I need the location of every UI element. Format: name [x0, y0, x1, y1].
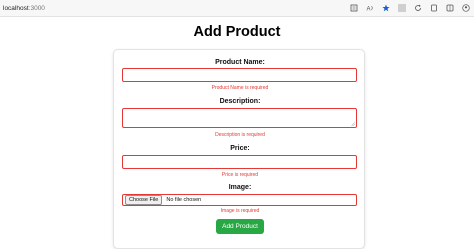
- toolbar-icons: A: [350, 2, 470, 14]
- price-error: Price is required: [221, 172, 259, 178]
- page-title: Add Product: [193, 24, 281, 40]
- resize-handle-icon[interactable]: [351, 122, 355, 126]
- image-file-input[interactable]: Choose File No file chosen: [122, 194, 357, 206]
- product-form: Product Name: Product Name is required D…: [113, 49, 365, 249]
- product-name-label: Product Name:: [215, 59, 265, 66]
- url-host: localhost: [3, 4, 29, 12]
- browser-toolbar: localhost:3000 A: [0, 0, 474, 17]
- description-error: Description is required: [215, 132, 265, 138]
- svg-text:A: A: [367, 7, 371, 13]
- file-input-row: Choose File No file chosen: [123, 195, 356, 205]
- reader-icon[interactable]: [350, 4, 358, 12]
- no-file-text: No file chosen: [166, 197, 202, 203]
- product-name-input[interactable]: [122, 68, 357, 82]
- image-label: Image:: [228, 184, 252, 191]
- toolbar-separator: [398, 4, 406, 12]
- url-port: :3000: [28, 4, 45, 12]
- collections-icon[interactable]: [446, 4, 454, 12]
- favorite-star-icon[interactable]: [382, 4, 390, 12]
- description-label: Description:: [219, 98, 261, 105]
- price-input[interactable]: [122, 155, 357, 169]
- profile-icon[interactable]: [462, 4, 470, 12]
- read-aloud-icon[interactable]: A: [366, 4, 374, 12]
- address-bar[interactable]: localhost:3000: [3, 2, 363, 14]
- tab-actions-icon[interactable]: [430, 4, 438, 12]
- add-product-button[interactable]: Add Product: [216, 219, 264, 234]
- description-textarea[interactable]: [122, 108, 357, 128]
- image-error: Image is required: [220, 208, 260, 214]
- product-name-error: Product Name is required: [211, 85, 269, 91]
- refresh-icon[interactable]: [414, 4, 422, 12]
- price-label: Price:: [230, 145, 250, 152]
- choose-file-button[interactable]: Choose File: [125, 195, 163, 205]
